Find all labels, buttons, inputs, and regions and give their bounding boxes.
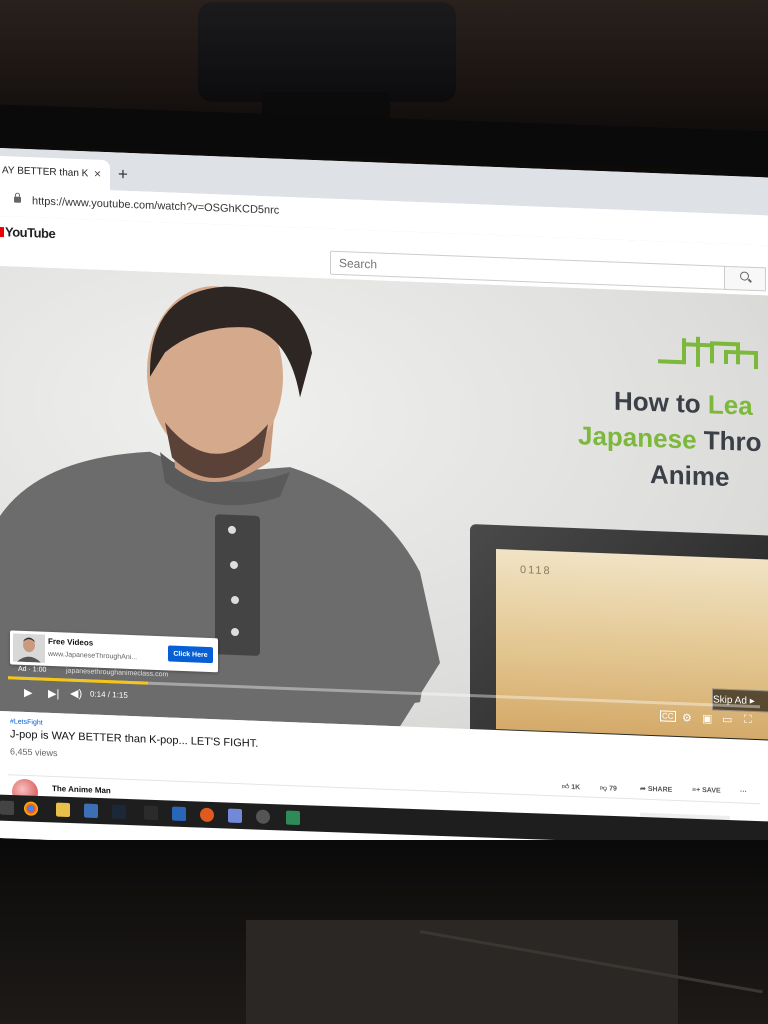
chrome-icon[interactable]: [24, 801, 38, 816]
app-icon[interactable]: [256, 809, 270, 825]
volume-icon[interactable]: ◀): [70, 687, 82, 700]
hashtag-link[interactable]: #LetsFight: [10, 718, 43, 726]
url-text[interactable]: https://www.youtube.com/watch?v=OSGhKCD5…: [32, 195, 279, 217]
channel-name[interactable]: The Anime Man: [52, 784, 111, 795]
folder-icon[interactable]: [56, 802, 70, 818]
search-button[interactable]: [724, 265, 766, 292]
ad-thumbnail: [13, 633, 45, 663]
more-actions-button[interactable]: ···: [740, 788, 747, 795]
webcam: [198, 2, 456, 102]
monitor-stand: [246, 920, 678, 1024]
browser-tab[interactable]: AY BETTER than K-pop ×: [0, 156, 110, 191]
start-icon[interactable]: [0, 800, 14, 816]
ad-title: Free Videos: [48, 636, 94, 648]
monitor-counter: 0118: [520, 563, 552, 578]
video-title: J-pop is WAY BETTER than K-pop... LET'S …: [10, 728, 259, 750]
app-icon[interactable]: [84, 803, 98, 819]
save-button[interactable]: ≡+ SAVE: [692, 787, 721, 795]
dislike-icon: 👎︎: [600, 785, 610, 793]
ad-badge: Ad · 1:00: [18, 665, 47, 674]
youtube-logo[interactable]: YouTube: [0, 224, 55, 241]
like-icon: 👍︎: [562, 783, 572, 791]
promo-text-line1: How to Lea: [614, 385, 753, 421]
play-icon[interactable]: ▶: [24, 686, 32, 699]
fullscreen-icon[interactable]: ⛶: [744, 714, 752, 727]
search-icon: [740, 271, 749, 281]
theater-icon[interactable]: ▭: [722, 713, 732, 726]
app-icon[interactable]: [200, 807, 214, 823]
like-button[interactable]: 👍︎ 1K: [562, 782, 580, 792]
screen: AY BETTER than K-pop × + https://www.you…: [0, 148, 768, 868]
brand-logo: [658, 336, 758, 370]
close-icon[interactable]: ×: [94, 167, 101, 181]
tab-title: AY BETTER than K-pop: [2, 165, 88, 180]
video-player[interactable]: How to Lea Japanese Thro Anime 0118 Free…: [0, 266, 768, 741]
lock-icon: [14, 196, 21, 203]
time-display: 0:14 / 1:15: [90, 689, 128, 700]
share-icon: ➦: [640, 785, 648, 793]
save-icon: ≡+: [692, 786, 703, 794]
steam-icon[interactable]: [112, 804, 126, 819]
app-icon[interactable]: [144, 805, 158, 821]
dislike-button[interactable]: 👎︎ 79: [600, 783, 617, 793]
share-button[interactable]: ➦ SHARE: [640, 785, 672, 794]
app-icon[interactable]: [286, 810, 300, 826]
miniplayer-icon[interactable]: ▣: [702, 712, 712, 725]
promo-text-line3: Anime: [650, 458, 730, 493]
new-tab-button[interactable]: +: [118, 165, 128, 185]
settings-icon[interactable]: ⚙: [682, 711, 692, 724]
ad-click-here-button[interactable]: Click Here: [168, 645, 213, 664]
app-icon[interactable]: [172, 806, 186, 822]
captions-icon[interactable]: CC: [660, 710, 676, 722]
discord-icon[interactable]: [228, 808, 242, 824]
view-count: 6,455 views: [10, 746, 58, 759]
next-icon[interactable]: ▶|: [48, 687, 59, 700]
ad-url: www.JapaneseThroughAni...: [48, 650, 138, 662]
